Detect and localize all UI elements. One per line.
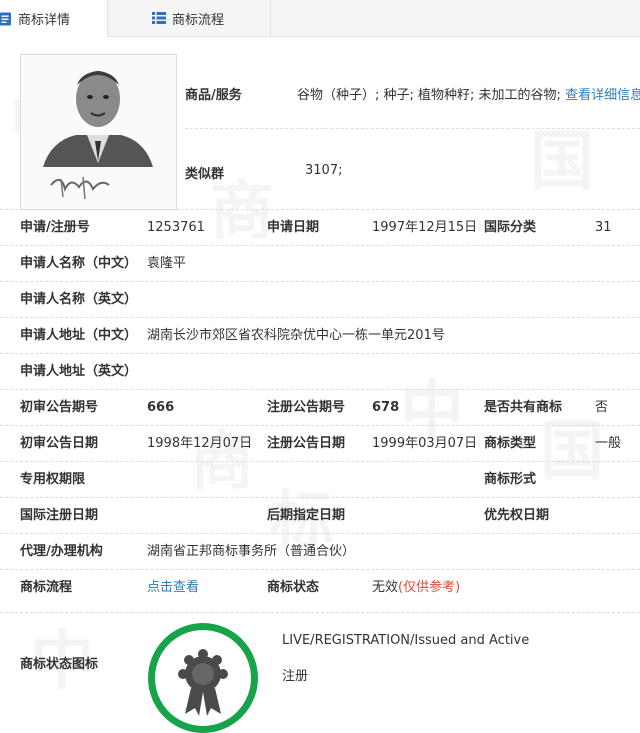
trademark-image xyxy=(20,54,177,210)
mark-form-label: 商标形式 xyxy=(484,472,537,487)
intl-reg-date-label: 国际注册日期 xyxy=(20,508,99,523)
process-label: 商标流程 xyxy=(20,580,73,595)
apply-date-value: 1997年12月15日 xyxy=(372,220,478,235)
row-status: 商标流程 点击查看 商标状态 无效(仅供参考) xyxy=(0,569,640,606)
watermark: 国 xyxy=(530,125,594,199)
reg-notice-date-label: 注册公告日期 xyxy=(267,436,346,451)
intl-class-label: 国际分类 xyxy=(484,220,537,235)
goods-label: 商品/服务 xyxy=(185,88,242,103)
prelim-no-label: 初审公告期号 xyxy=(20,400,99,415)
reg-notice-no-value: 678 xyxy=(372,400,400,415)
tab-process[interactable]: 商标流程 xyxy=(108,0,271,36)
status-label: 商标状态 xyxy=(267,580,320,595)
row-address-cn: 申请人地址（中文） 湖南长沙市郊区省农科院杂优中心一栋一单元201号 xyxy=(0,317,640,354)
mark-type-value: 一般 xyxy=(595,436,622,451)
row-applicant-cn: 申请人名称（中文） 袁隆平 xyxy=(0,245,640,282)
shared-value: 否 xyxy=(595,400,609,415)
intl-class-value: 31 xyxy=(595,220,612,235)
agency-label: 代理/办理机构 xyxy=(20,544,103,559)
applicant-cn-value: 袁隆平 xyxy=(147,256,187,271)
similar-group-value: 3107; xyxy=(305,163,343,178)
status-text: 无效 xyxy=(372,580,399,595)
list-icon xyxy=(152,11,166,25)
applicant-en-label: 申请人名称（英文） xyxy=(20,292,138,307)
goods-text: 谷物（种子）; 种子; 植物种籽; 未加工的谷物; xyxy=(297,88,561,103)
address-cn-value: 湖南长沙市郊区省农科院杂优中心一栋一单元201号 xyxy=(147,328,445,343)
tab-bar: 商标详情 商标流程 xyxy=(0,0,640,37)
reg-notice-no-label: 注册公告期号 xyxy=(267,400,346,415)
goods-value: 谷物（种子）; 种子; 植物种籽; 未加工的谷物; 查看详细信息 xyxy=(297,84,640,103)
tab-process-label: 商标流程 xyxy=(172,12,225,28)
document-icon xyxy=(0,12,12,26)
status-icon-text-en: LIVE/REGISTRATION/Issued and Active xyxy=(282,633,530,648)
view-details-link[interactable]: 查看详细信息 xyxy=(565,88,640,103)
prelim-no-value: 666 xyxy=(147,400,175,415)
row-exclusive: 专用权期限 商标形式 xyxy=(0,461,640,498)
apply-date-label: 申请日期 xyxy=(267,220,320,235)
shared-label: 是否共有商标 xyxy=(484,400,563,415)
registered-badge-icon xyxy=(148,623,258,733)
row-registration: 申请/注册号 1253761 申请日期 1997年12月15日 国际分类 31 xyxy=(0,209,640,246)
reg-notice-date-value: 1999年03月07日 xyxy=(372,436,478,451)
row-notice-date: 初审公告日期 1998年12月07日 注册公告日期 1999年03月07日 商标… xyxy=(0,425,640,462)
reg-no-value: 1253761 xyxy=(147,220,205,235)
status-note: (仅供参考) xyxy=(398,580,461,595)
row-address-en: 申请人地址（英文） xyxy=(0,353,640,390)
similar-group-label: 类似群 xyxy=(185,167,225,182)
view-process-link[interactable]: 点击查看 xyxy=(147,570,199,606)
status-value: 无效(仅供参考) xyxy=(372,570,460,606)
applicant-cn-label: 申请人名称（中文） xyxy=(20,256,138,271)
exclusive-period-label: 专用权期限 xyxy=(20,472,86,487)
priority-date-label: 优先权日期 xyxy=(484,508,550,523)
address-en-label: 申请人地址（英文） xyxy=(20,364,138,379)
mark-type-label: 商标类型 xyxy=(484,436,537,451)
prelim-date-label: 初审公告日期 xyxy=(20,436,99,451)
tab-details-label: 商标详情 xyxy=(18,13,71,28)
row-status-icon: 商标状态图标 LIVE/REGISTRATION/Issued and Acti… xyxy=(0,612,640,733)
row-agency: 代理/办理机构 湖南省正邦商标事务所（普通合伙） xyxy=(0,533,640,570)
prelim-date-value: 1998年12月07日 xyxy=(147,436,253,451)
tab-details[interactable]: 商标详情 xyxy=(0,0,108,37)
divider xyxy=(185,128,640,129)
status-icon-text-cn: 注册 xyxy=(282,669,309,684)
row-intl-dates: 国际注册日期 后期指定日期 优先权日期 xyxy=(0,497,640,534)
address-cn-label: 申请人地址（中文） xyxy=(20,328,138,343)
row-notice-no: 初审公告期号 666 注册公告期号 678 是否共有商标 否 xyxy=(0,389,640,426)
later-date-label: 后期指定日期 xyxy=(267,508,346,523)
status-icon-label: 商标状态图标 xyxy=(20,657,99,672)
reg-no-label: 申请/注册号 xyxy=(20,220,90,235)
row-applicant-en: 申请人名称（英文） xyxy=(0,281,640,318)
agency-value: 湖南省正邦商标事务所（普通合伙） xyxy=(147,544,356,559)
